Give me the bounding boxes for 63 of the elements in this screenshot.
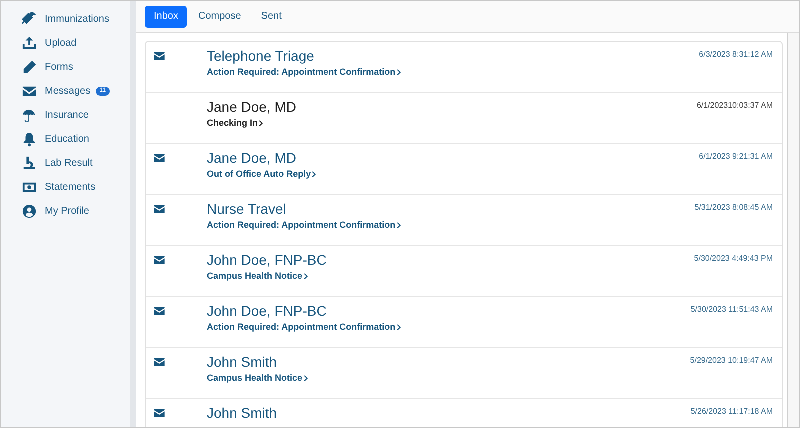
message-date: 5/30/2023 11:51:43 AM — [690, 304, 774, 316]
message-row[interactable]: John Doe, FNP-BC Action Required: Appointment Confirmation 5/30/2023 11:51:43 AM — [146, 297, 782, 348]
subject-link[interactable]: Action Required: Appointment Confirmation — [207, 218, 401, 232]
envelope-icon — [154, 358, 165, 366]
message-row[interactable]: Jane Doe, MD Out of Office Auto Reply 6/1/2023 9:21:31 AM — [146, 144, 782, 195]
chevron-icon — [304, 374, 308, 382]
message-date: 5/31/2023 8:08:45 AM — [694, 202, 774, 214]
envelope-icon — [154, 307, 165, 315]
tab[interactable]: Inbox — [145, 6, 188, 28]
message-date: 6/1/202310:03:37 AM — [696, 100, 774, 112]
sidebar-item[interactable]: Upload — [1, 31, 130, 55]
sidebar-item[interactable]: Statements — [1, 175, 130, 199]
message-date: 5/29/2023 10:19:47 AM — [690, 355, 774, 367]
subject-link[interactable]: Out of Office Auto Reply — [207, 167, 316, 181]
sender-name: John Doe, FNP-BC — [207, 251, 327, 269]
chevron-icon — [304, 272, 308, 280]
sender-name: Telephone Triage — [207, 47, 314, 65]
sidebar-item[interactable]: Lab Result — [1, 151, 130, 175]
bell-icon — [22, 132, 37, 146]
envelope-icon — [154, 154, 165, 162]
sender-name: Nurse Travel — [207, 200, 286, 218]
chevron-icon — [396, 68, 401, 76]
message-row[interactable]: John Smith Campus Health Notice 5/29/2023 10:19:47 AM — [146, 348, 782, 399]
subject-link[interactable]: Checking In — [207, 116, 264, 130]
sender-name: Jane Doe, MD — [207, 149, 296, 167]
sidebar-item[interactable]: My Profile — [1, 199, 130, 223]
message-row[interactable]: Telephone Triage Action Required: Appointment Confirmation 6/3/2023 8:31:12 AM — [146, 42, 782, 93]
envelope-icon — [154, 409, 165, 417]
envelope-icon — [154, 205, 165, 213]
sender-name: John Smith — [207, 404, 278, 422]
microscope-icon — [22, 156, 37, 170]
message-row[interactable]: Jane Doe, MD Checking In 6/1/202310:03:37 AM — [146, 93, 782, 144]
message-date: 5/30/2023 4:49:43 PM — [694, 253, 774, 265]
tab[interactable]: Sent — [252, 6, 291, 28]
umbrella-icon — [22, 108, 37, 122]
chevron-icon — [396, 222, 401, 228]
sender-name: John Doe, FNP-BC — [207, 302, 327, 320]
message-row[interactable]: John Smith 5/26/2023 11:17:18 AM — [146, 399, 782, 427]
envelope-icon — [154, 52, 165, 60]
user-icon — [22, 204, 37, 218]
subject-link[interactable]: Action Required: Appointment Confirmation — [207, 320, 401, 334]
message-row[interactable]: Nurse Travel Action Required: Appointment Confirmation 5/31/2023 8:08:45 AM — [146, 195, 782, 246]
chevron-icon — [312, 170, 316, 178]
message-row[interactable]: John Doe, FNP-BC Campus Health Notice 5/30/2023 4:49:43 PM — [146, 246, 782, 297]
upload-icon — [22, 36, 37, 50]
chevron-icon — [396, 324, 401, 330]
message-date: 6/1/2023 9:21:31 AM — [699, 151, 774, 163]
sender-name: John Smith — [207, 353, 278, 371]
sidebar-item[interactable]: Insurance — [1, 103, 130, 127]
pencil-icon — [22, 60, 37, 74]
subject-link[interactable]: Action Required: Appointment Confirmation — [207, 65, 401, 79]
message-date: 6/3/2023 8:31:12 AM — [699, 49, 774, 61]
message-date: 5/26/2023 11:17:18 AM — [690, 406, 774, 418]
sidebar-item[interactable]: Education — [1, 127, 130, 151]
subject-link[interactable]: Campus Health Notice — [207, 371, 308, 385]
syringe-icon — [22, 12, 37, 26]
envelope-icon — [154, 256, 165, 264]
sidebar-item[interactable]: Immunizations — [1, 7, 130, 31]
chevron-icon — [259, 120, 264, 126]
subject-link[interactable]: Campus Health Notice — [207, 269, 308, 283]
sender-name: Jane Doe, MD — [207, 98, 296, 116]
tab[interactable]: Compose — [189, 6, 250, 28]
sidebar-item[interactable]: Forms — [1, 55, 130, 79]
